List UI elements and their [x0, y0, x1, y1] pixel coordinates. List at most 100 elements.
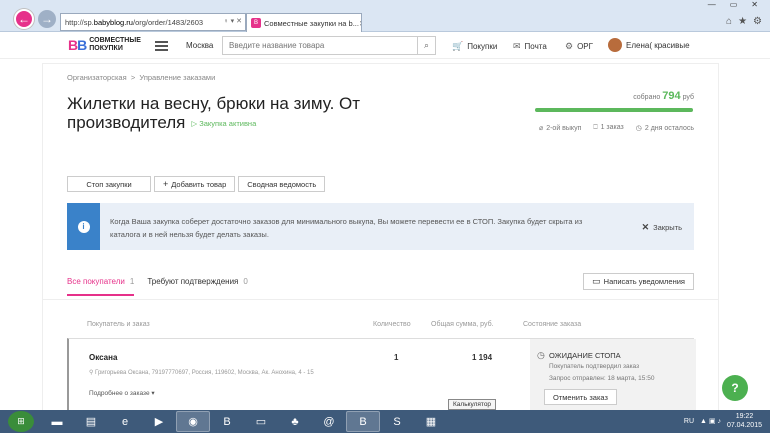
tab-need-confirmation[interactable]: Требуют подтверждения 0	[147, 277, 248, 296]
taskbar-app-explorer[interactable]: ▬	[40, 411, 74, 432]
nav-purchases[interactable]: 🛒 Покупки	[452, 41, 497, 52]
close-icon: ✕	[641, 222, 650, 232]
alert-icon-panel: i	[67, 203, 100, 250]
alert-close-button[interactable]: ✕ Закрыть	[642, 222, 682, 233]
breadcrumb: Организаторская > Управление заказами	[67, 73, 215, 82]
tray-icons[interactable]: ▲ ▣ ♪	[700, 417, 721, 425]
url-path: /org/order/1483/2603	[132, 17, 204, 27]
user-menu[interactable]: Елена( красивые	[608, 38, 690, 52]
summary-sheet-button[interactable]: Сводная ведомость	[238, 176, 326, 192]
plus-icon: +	[163, 179, 169, 189]
taskbar-app-babyblog[interactable]: B	[210, 411, 244, 432]
browser-tab[interactable]: B Совместные закупки на b... ✕	[246, 13, 362, 32]
info-icon: i	[77, 220, 90, 233]
add-product-button[interactable]: + Добавить товар	[154, 176, 236, 192]
order-state-panel: ◷ ОЖИДАНИЕ СТОПА Покупатель подтвердил з…	[530, 339, 696, 410]
system-tray: RU ▲ ▣ ♪ 19:22 07.04.2015	[684, 412, 762, 430]
favorites-icon[interactable]: ★	[738, 16, 747, 27]
taskbar-app-game[interactable]: ♣	[278, 411, 312, 432]
alert-message: Когда Ваша закупка соберет достаточно за…	[110, 217, 583, 239]
nav-mail[interactable]: ✉ Почта	[513, 41, 547, 52]
taskbar-app-files[interactable]: ▭	[244, 411, 278, 432]
arrow-right-icon: →	[41, 12, 53, 26]
collected-amount: собрано 794 руб	[633, 90, 694, 102]
taskbar-app-folder[interactable]: ▤	[74, 411, 108, 432]
taskbar-app-media[interactable]: ▶	[142, 411, 176, 432]
logo-mark: BB	[68, 37, 87, 53]
window-controls: — ▭ ✕	[708, 0, 758, 10]
taskbar: ⊞ ▬ ▤ e ▶ ◉ B ▭ ♣ @ B S ▦ RU ▲ ▣ ♪ 19:22…	[0, 410, 770, 433]
tab-title: Совместные закупки на b...	[264, 18, 359, 28]
settings-gear-icon[interactable]: ⚙	[753, 16, 762, 27]
address-tools-icon[interactable]: ♀ ▾ ✕	[223, 17, 242, 25]
order-details-toggle[interactable]: Подробнее о заказе ▾	[89, 389, 155, 397]
buyer-name: Оксана	[89, 353, 118, 362]
write-notification-button[interactable]: ▭ Написать уведомления	[583, 273, 694, 290]
progress-fill	[535, 108, 693, 112]
start-button[interactable]: ⊞	[8, 411, 34, 432]
col-state: Состояние заказа	[523, 321, 582, 328]
mail-icon: ✉	[513, 41, 521, 51]
meta-buyout: ⌀ 2-ой выкуп	[538, 125, 582, 132]
site-logo[interactable]: BB СОВМЕСТНЫЕ ПОКУПКИ	[68, 37, 141, 53]
nav-org[interactable]: ⚙ ОРГ	[565, 41, 593, 52]
calculator-tooltip: Калькулятор	[448, 399, 497, 410]
message-icon: ▭	[592, 276, 601, 286]
arrow-left-icon: ←	[18, 12, 30, 26]
status-badge: ▷ Закупка активна	[191, 119, 257, 129]
crumb-organizer[interactable]: Организаторская	[67, 73, 127, 82]
taskbar-app-chrome[interactable]: ◉	[176, 411, 210, 432]
purchase-meta: ⌀ 2-ой выкуп ⎕ 1 заказ ◷ 2 дня осталось	[539, 124, 694, 132]
address-bar[interactable]: http://sp. babyblog.ru/org/order/1483/260…	[60, 13, 246, 31]
search-icon: ⌕	[423, 40, 430, 50]
back-button[interactable]: ←	[14, 9, 34, 29]
meta-orders: ⎕ 1 заказ	[593, 124, 624, 131]
system-clock[interactable]: 19:22 07.04.2015	[727, 412, 762, 430]
home-icon[interactable]: ⌂	[726, 16, 732, 27]
search-input[interactable]	[223, 37, 417, 54]
crumb-separator: >	[130, 73, 136, 82]
col-quantity: Количество	[373, 321, 411, 328]
buyer-tabs: Все покупатели 1 Требуют подтверждения 0	[67, 277, 248, 296]
order-total: 1 194	[472, 353, 493, 362]
forward-button[interactable]: →	[38, 10, 56, 28]
search-button[interactable]: ⌕	[417, 37, 435, 54]
browser-window: ← → http://sp. babyblog.ru/org/order/1483…	[0, 0, 770, 410]
close-window-icon[interactable]: ✕	[751, 0, 758, 10]
stop-purchase-button[interactable]: Стоп закупки	[67, 176, 151, 192]
tab-all-buyers[interactable]: Все покупатели 1	[67, 277, 135, 296]
taskbar-apps: ▬ ▤ e ▶ ◉ B ▭ ♣ @ B S ▦	[40, 411, 448, 432]
city-selector[interactable]: Москва	[186, 41, 213, 50]
minimize-icon[interactable]: —	[708, 0, 716, 10]
maximize-icon[interactable]: ▭	[730, 0, 738, 10]
taskbar-app-babyblog-2[interactable]: B	[346, 411, 380, 432]
col-buyer: Покупатель и заказ	[87, 321, 150, 328]
language-indicator[interactable]: RU	[684, 418, 694, 425]
gear-icon: ⚙	[565, 41, 574, 51]
table-row: Оксана ⚲ Григорьева Оксана, 79197770697,…	[67, 338, 696, 410]
tab-close-icon[interactable]: ✕	[359, 19, 361, 28]
page-title: Жилетки на весну, брюки на зиму. От прои…	[67, 94, 361, 132]
order-state-note: Покупатель подтвердил заказ	[549, 363, 640, 370]
main-content: Организаторская > Управление заказами Жи…	[43, 64, 718, 410]
request-sent-time: Запрос отправлен: 18 марта, 15:50	[549, 375, 655, 382]
taskbar-app-calculator[interactable]: ▦	[414, 411, 448, 432]
taskbar-app-skype[interactable]: S	[380, 411, 414, 432]
help-button[interactable]: ?	[722, 375, 748, 401]
info-alert: i Когда Ваша закупка соберет достаточно …	[67, 203, 694, 250]
windows-logo-icon: ⊞	[17, 416, 25, 426]
taskbar-app-ie[interactable]: e	[108, 411, 142, 432]
clock-icon: ◷	[635, 125, 642, 132]
crumb-orders[interactable]: Управление заказами	[139, 73, 215, 82]
action-buttons: Стоп закупки + Добавить товар Сводная вед…	[67, 176, 326, 192]
order-quantity: 1	[394, 353, 399, 362]
meta-days-left: ◷ 2 дня осталось	[635, 125, 694, 132]
search-box: ⌕	[222, 36, 436, 55]
menu-icon[interactable]	[155, 41, 168, 51]
col-total: Общая сумма, руб.	[431, 321, 494, 328]
taskbar-app-mail[interactable]: @	[312, 411, 346, 432]
cancel-order-button[interactable]: Отменить заказ	[544, 389, 617, 405]
clock-icon: ◷	[537, 350, 545, 360]
tag-icon: ⌀	[538, 125, 544, 132]
url-host: babyblog.ru	[93, 17, 133, 27]
